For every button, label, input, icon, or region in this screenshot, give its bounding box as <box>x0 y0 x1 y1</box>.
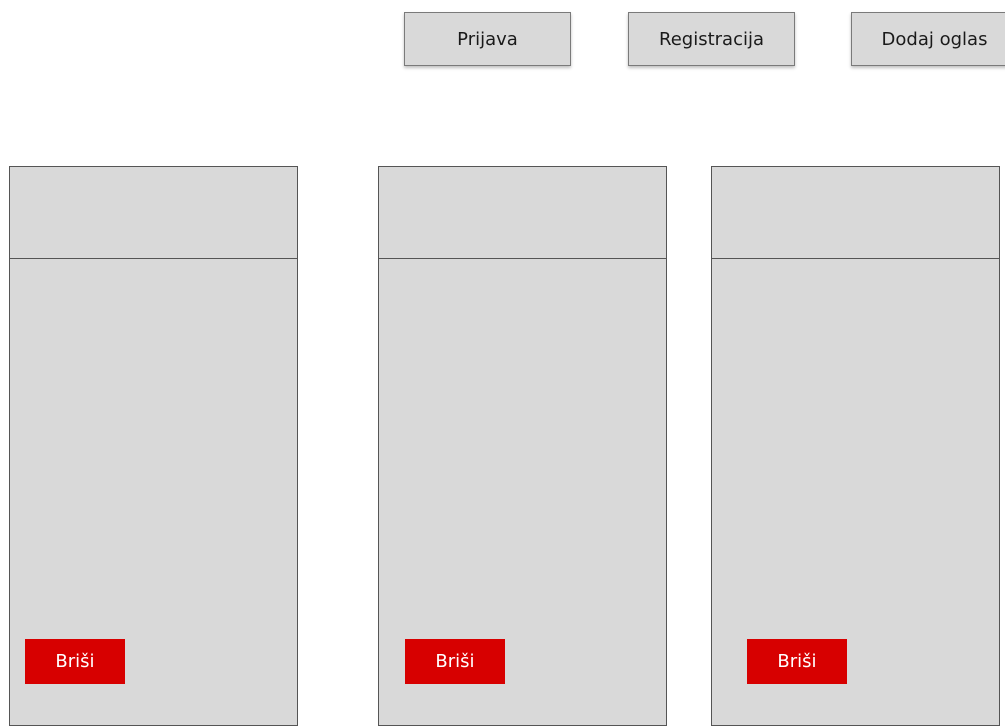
register-button[interactable]: Registracija <box>628 12 795 66</box>
ad-card-header <box>10 167 297 259</box>
login-button[interactable]: Prijava <box>404 12 571 66</box>
ad-card-header <box>712 167 999 259</box>
ad-card: Briši <box>711 166 1000 726</box>
delete-button[interactable]: Briši <box>25 639 125 684</box>
ad-card: Briši <box>9 166 298 726</box>
ad-card-header <box>379 167 666 259</box>
delete-button[interactable]: Briši <box>747 639 847 684</box>
ad-card: Briši <box>378 166 667 726</box>
delete-button[interactable]: Briši <box>405 639 505 684</box>
add-ad-button[interactable]: Dodaj oglas <box>851 12 1005 66</box>
